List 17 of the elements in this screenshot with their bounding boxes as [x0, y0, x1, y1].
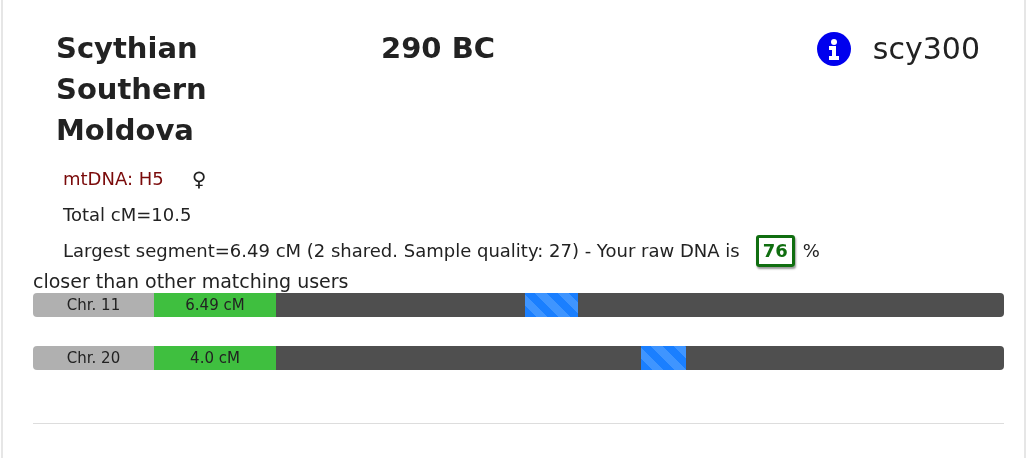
shared-segment [524, 293, 579, 317]
mtdna-haplogroup: mtDNA: H5 [63, 167, 164, 191]
shared-segment [640, 346, 686, 370]
total-cm: Total cM=10.5 [63, 203, 192, 227]
sample-name: Scythian Southern Moldova [56, 30, 208, 149]
female-symbol: ♀ [191, 166, 207, 193]
percent-sign: % [802, 239, 820, 263]
segment-length: 4.0 cM [154, 346, 276, 370]
closeness-text: closer than other matching users [33, 269, 350, 293]
sample-id: scy300 [872, 30, 980, 68]
sample-date: 290 BC [381, 30, 497, 67]
chromosome-label: Chr. 11 [33, 293, 154, 317]
chromosome-label: Chr. 20 [33, 346, 154, 370]
info-icon[interactable] [816, 31, 851, 66]
closeness-score: 76 [755, 235, 795, 267]
segment-length: 6.49 cM [154, 293, 276, 317]
largest-segment-text: Largest segment=6.49 cM (2 shared. Sample quality: 27) - Your raw DNA is [63, 239, 740, 263]
